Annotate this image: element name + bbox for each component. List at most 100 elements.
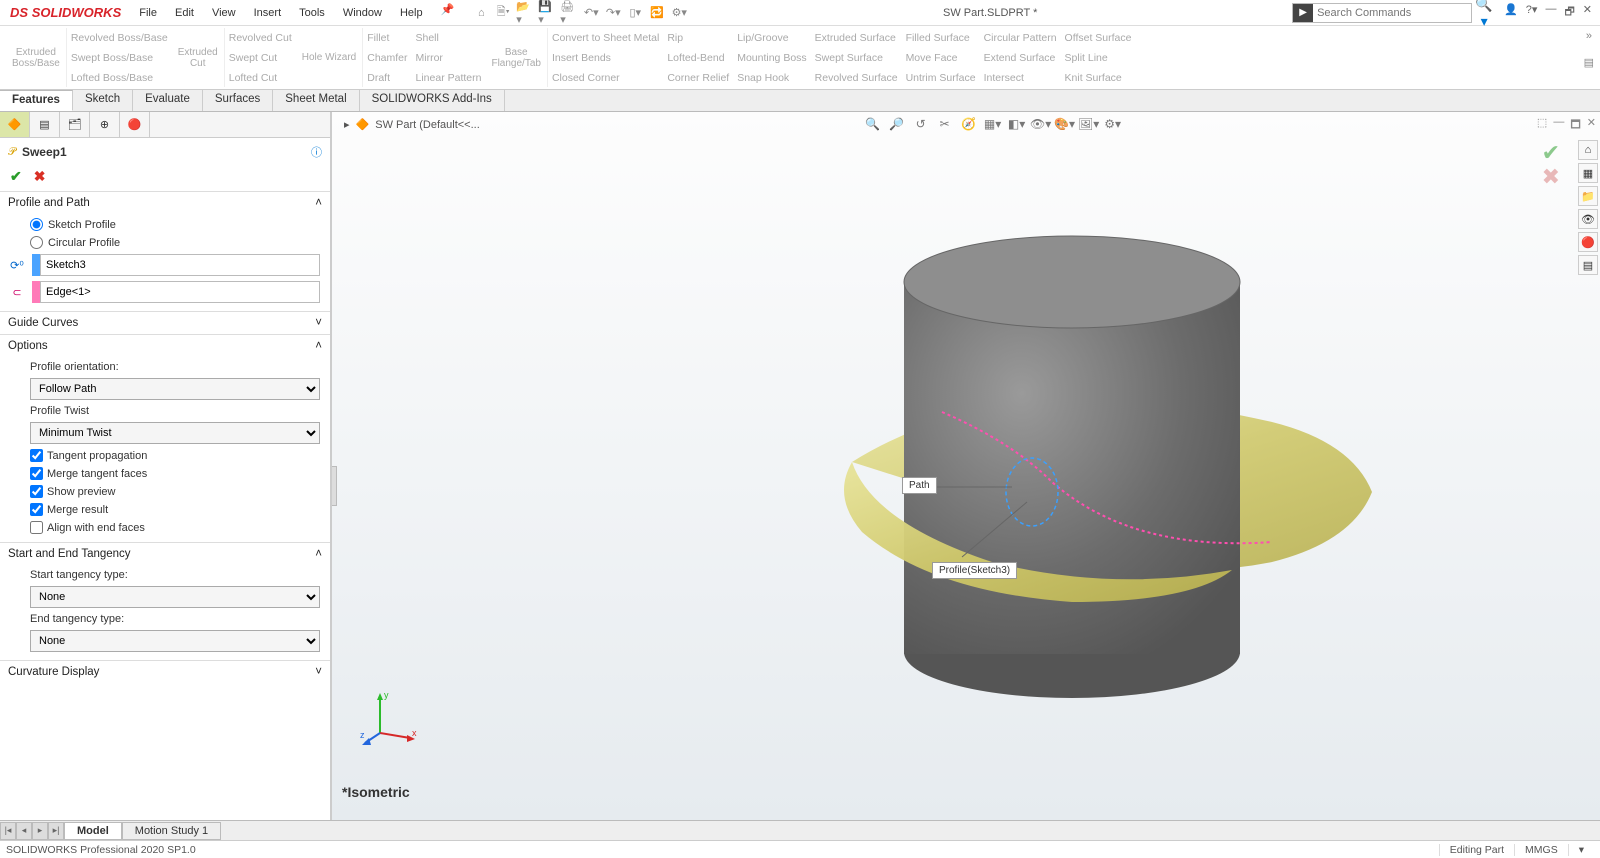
linear-pattern-button[interactable]: Linear Pattern [416,72,482,84]
panel-resize-handle[interactable] [332,466,337,506]
status-extra-icon[interactable]: ▾ [1568,844,1594,856]
pin-icon[interactable]: 📌 [441,3,455,23]
view-orientation-icon[interactable]: ▦▾ [982,114,1004,134]
search-commands[interactable]: ▶ [1292,3,1472,23]
minimize-icon[interactable]: — [1545,3,1556,22]
taskpane-view-icon[interactable]: 👁 [1578,209,1598,229]
section-options[interactable]: Options˄ [0,335,330,357]
section-guide-curves[interactable]: Guide Curves˅ [0,312,330,334]
rebuild-icon[interactable]: 🔁 [648,4,666,22]
swept-surface-button[interactable]: Swept Surface [815,52,898,64]
mirror-button[interactable]: Mirror [416,52,482,64]
revolved-cut-button[interactable]: Revolved Cut [229,32,292,44]
help-icon[interactable]: ?▾ [1526,3,1538,22]
tab-nav-next-icon[interactable]: ▸ [32,822,48,840]
zoom-fit-icon[interactable]: 🔍 [862,114,884,134]
filled-surface-button[interactable]: Filled Surface [906,32,976,44]
menu-insert[interactable]: Insert [246,3,290,23]
chk-merge-result[interactable] [30,503,43,516]
tab-nav-prev-icon[interactable]: ◂ [16,822,32,840]
section-curvature-display[interactable]: Curvature Display˅ [0,661,330,683]
menu-help[interactable]: Help [392,3,431,23]
menu-window[interactable]: Window [335,3,390,23]
vp-min-icon[interactable]: — [1553,116,1564,135]
menu-file[interactable]: File [131,3,165,23]
profile-field[interactable] [40,254,320,276]
display-style-icon[interactable]: ◧▾ [1006,114,1028,134]
fm-tab-appearance-icon[interactable]: 🔴 [120,112,150,137]
draft-button[interactable]: Draft [367,72,407,84]
lip-groove-button[interactable]: Lip/Groove [737,32,806,44]
home-icon[interactable]: ⌂ [472,4,490,22]
taskpane-home-icon[interactable]: ⌂ [1578,140,1598,160]
move-face-button[interactable]: Move Face [906,52,976,64]
print-icon[interactable]: 🖨▾ [560,4,578,22]
hole-wizard-button[interactable]: Hole Wizard [302,52,356,63]
snap-hook-button[interactable]: Snap Hook [737,72,806,84]
tab-nav-first-icon[interactable]: |◂ [0,822,16,840]
tab-nav-last-icon[interactable]: ▸| [48,822,64,840]
swept-boss-button[interactable]: Swept Boss/Base [71,52,168,64]
close-icon[interactable]: ✕ [1583,3,1592,22]
path-callout[interactable]: Path [902,477,937,494]
save-icon[interactable]: 💾▾ [538,4,556,22]
mounting-boss-button[interactable]: Mounting Boss [737,52,806,64]
knit-surface-button[interactable]: Knit Surface [1065,72,1132,84]
taskpane-appearance-icon[interactable]: 🔴 [1578,232,1598,252]
path-field[interactable] [40,281,320,303]
split-line-button[interactable]: Split Line [1065,52,1132,64]
fm-tab-feature-icon[interactable]: 🔶 [0,112,30,137]
swept-cut-button[interactable]: Swept Cut [229,52,292,64]
search-input[interactable] [1313,7,1471,19]
section-profile-path[interactable]: Profile and Path˄ [0,192,330,214]
lofted-cut-button[interactable]: Lofted Cut [229,72,292,84]
chk-tangent-prop[interactable] [30,449,43,462]
ok-button[interactable]: ✔ [10,168,22,185]
chamfer-button[interactable]: Chamfer [367,52,407,64]
zoom-area-icon[interactable]: 🔎 [886,114,908,134]
status-units[interactable]: MMGS [1514,844,1568,856]
closed-corner-button[interactable]: Closed Corner [552,72,659,84]
tab-addins[interactable]: SOLIDWORKS Add-Ins [360,90,505,111]
section-view-icon[interactable]: ✂ [934,114,956,134]
redo-icon[interactable]: ↷▾ [604,4,622,22]
vp-close-icon[interactable]: ✕ [1587,116,1596,135]
chk-merge-tan[interactable] [30,467,43,480]
shell-button[interactable]: Shell [416,32,482,44]
revolved-surface-button[interactable]: Revolved Surface [815,72,898,84]
chk-align-end[interactable] [30,521,43,534]
intersect-button[interactable]: Intersect [984,72,1057,84]
convert-sheet-metal-button[interactable]: Convert to Sheet Metal [552,32,659,44]
rip-button[interactable]: Rip [667,32,729,44]
vp-max-icon[interactable]: 🗖 [1570,116,1580,135]
base-flange-button[interactable]: Base Flange/Tab [491,47,540,69]
view-settings-icon[interactable]: ⚙▾ [1102,114,1124,134]
taskpane-custom-icon[interactable]: ▤ [1578,255,1598,275]
profile-orientation-select[interactable]: Follow Path [30,378,320,400]
options-icon[interactable]: ⚙▾ [670,4,688,22]
prev-view-icon[interactable]: ↺ [910,114,932,134]
radio-sketch-profile[interactable] [30,218,43,231]
untrim-surface-button[interactable]: Untrim Surface [906,72,976,84]
revolved-boss-button[interactable]: Revolved Boss/Base [71,32,168,44]
user-icon[interactable]: 👤 [1504,3,1518,22]
section-start-end-tangency[interactable]: Start and End Tangency˄ [0,543,330,565]
chk-show-preview[interactable] [30,485,43,498]
extend-surface-button[interactable]: Extend Surface [984,52,1057,64]
restore-icon[interactable]: 🗗 [1564,3,1574,22]
lofted-bend-button[interactable]: Lofted-Bend [667,52,729,64]
fm-tab-dim-icon[interactable]: ⊕ [90,112,120,137]
graphics-viewport[interactable]: ▸ 🔶 SW Part (Default<<... 🔍 🔎 ↺ ✂ 🧭 ▦▾ ◧… [332,112,1600,820]
fm-tab-config-icon[interactable]: 🗂 [60,112,90,137]
menu-edit[interactable]: Edit [167,3,202,23]
fm-tab-property-icon[interactable]: ▤ [30,112,60,137]
tab-features[interactable]: Features [0,90,73,111]
ribbon-expand-icon[interactable]: » [1586,30,1592,42]
corner-relief-button[interactable]: Corner Relief [667,72,729,84]
radio-circular-profile[interactable] [30,236,43,249]
taskpane-resources-icon[interactable]: ▦ [1578,163,1598,183]
circular-pattern-button[interactable]: Circular Pattern [984,32,1057,44]
profile-twist-select[interactable]: Minimum Twist [30,422,320,444]
lofted-boss-button[interactable]: Lofted Boss/Base [71,72,168,84]
menu-tools[interactable]: Tools [291,3,333,23]
